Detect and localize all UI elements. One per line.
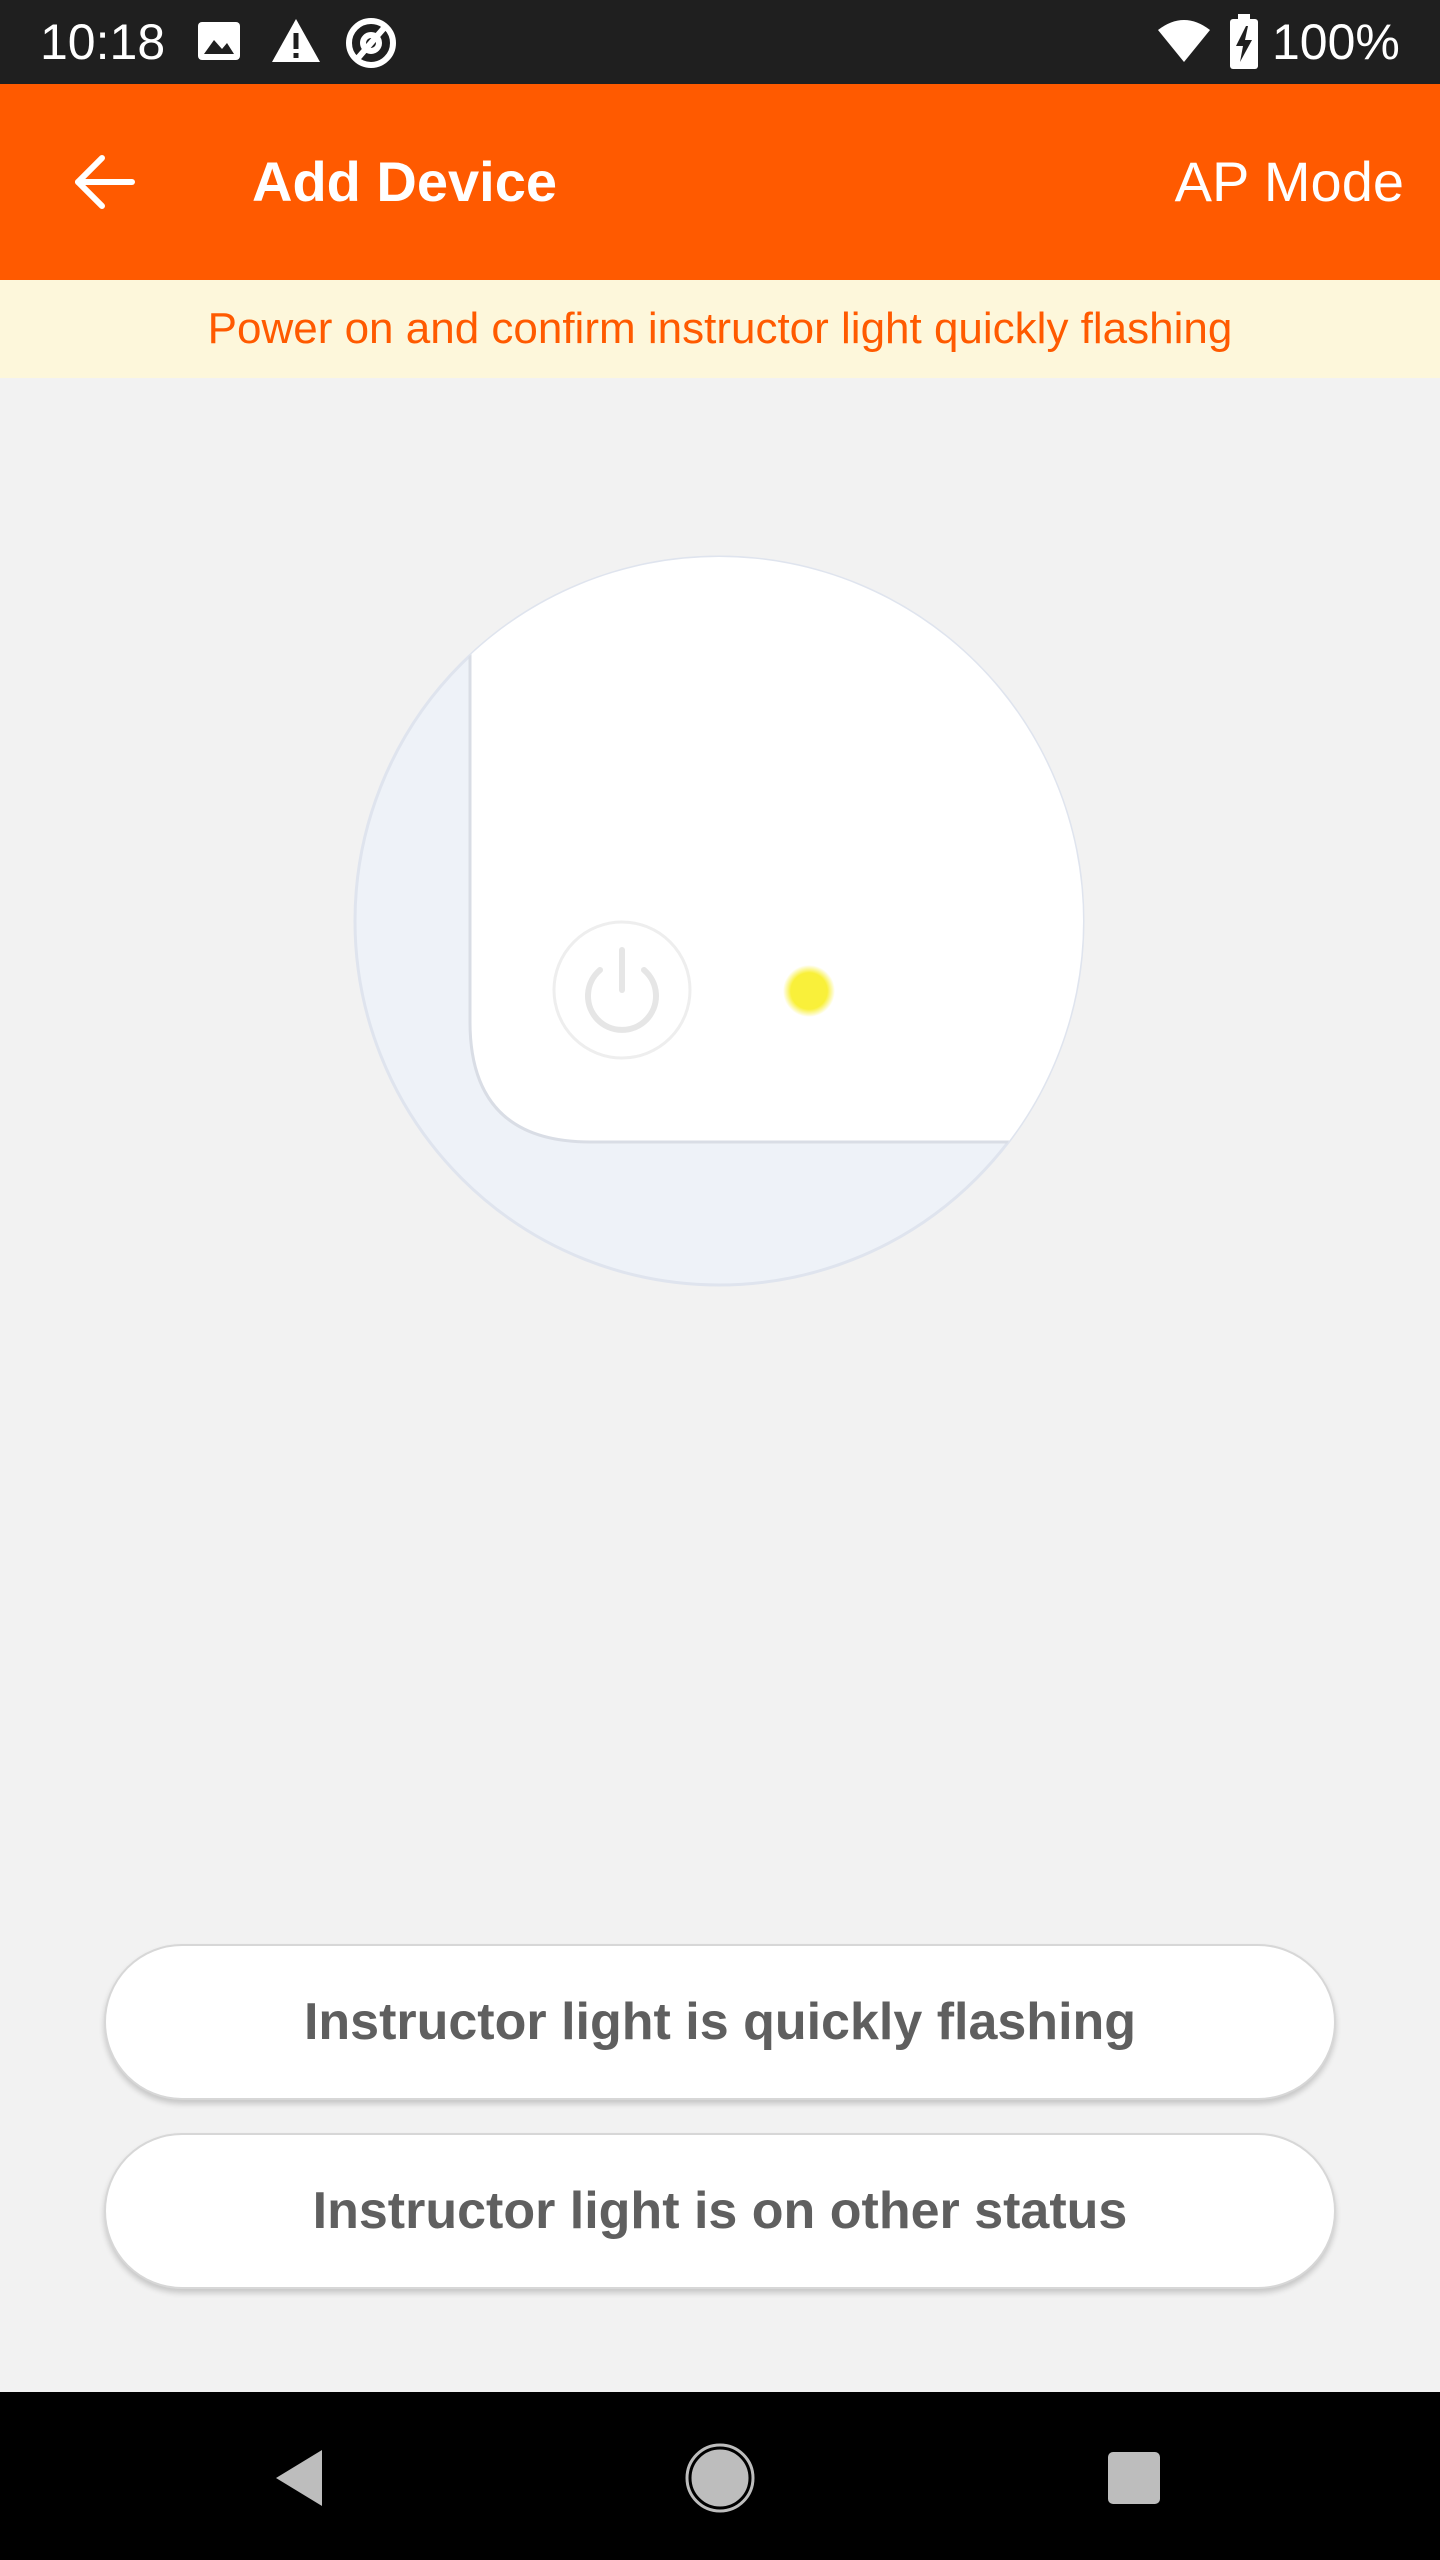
nav-back-button[interactable] <box>252 2432 348 2528</box>
ap-mode-button[interactable]: AP Mode <box>1175 148 1404 216</box>
recents-square-icon <box>1106 2450 1162 2511</box>
system-nav-bar <box>0 2392 1440 2560</box>
other-status-button[interactable]: Instructor light is on other status <box>104 2133 1336 2289</box>
battery-percentage: 100% <box>1272 14 1400 70</box>
battery-charging-icon <box>1228 14 1260 75</box>
at-sign-icon <box>344 16 398 75</box>
back-button[interactable] <box>56 136 152 232</box>
back-triangle-icon <box>270 2446 330 2515</box>
warning-icon <box>270 16 322 71</box>
status-bar: 10:18 100% <box>0 0 1440 84</box>
instruction-banner: Power on and confirm instructor light qu… <box>0 280 1440 378</box>
indicator-light <box>783 965 835 1017</box>
wifi-icon <box>1156 18 1212 69</box>
home-circle-icon <box>685 2443 755 2518</box>
status-time: 10:18 <box>40 14 166 70</box>
arrow-left-icon <box>72 154 136 215</box>
page-title: Add Device <box>252 150 557 213</box>
nav-home-button[interactable] <box>672 2432 768 2528</box>
power-icon <box>552 920 692 1060</box>
nav-recents-button[interactable] <box>1086 2432 1182 2528</box>
device-illustration <box>352 554 1086 1288</box>
image-icon <box>196 16 242 71</box>
quickly-flashing-button[interactable]: Instructor light is quickly flashing <box>104 1944 1336 2100</box>
app-bar: Add Device AP Mode <box>0 84 1440 280</box>
